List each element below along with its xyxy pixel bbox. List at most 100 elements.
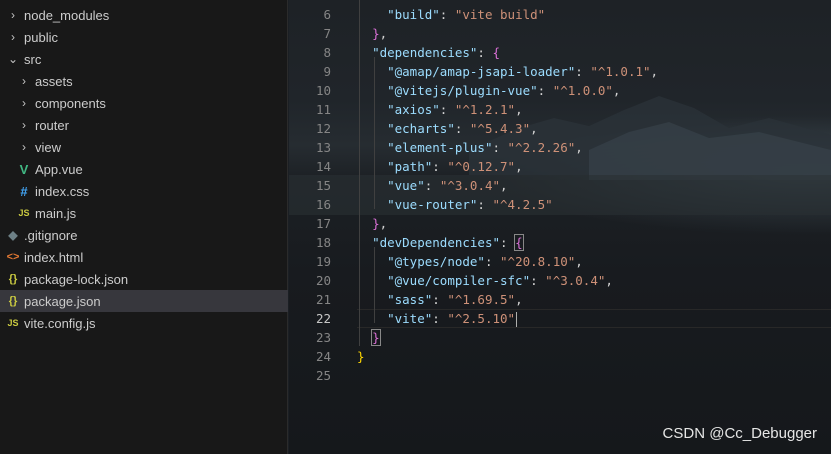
tree-item-label: .gitignore	[24, 227, 78, 243]
code-editor[interactable]: 6 7 8 9 10 11 12 13 14 15 16 17 18 19 20 21 22 23 24 25 "bu…	[289, 0, 831, 454]
tree-item-assets[interactable]: › assets	[0, 70, 288, 92]
tree-item-view[interactable]: › view	[0, 136, 288, 158]
tree-item-index-html[interactable]: <> index.html	[0, 246, 288, 268]
code-line[interactable]: "@vue/compiler-sfc": "^3.0.4",	[357, 271, 613, 290]
line-number: 10	[315, 83, 331, 98]
code-line[interactable]: "build": "vite build"	[357, 5, 545, 24]
code-token: ,	[605, 273, 613, 288]
code-line[interactable]: "path": "^0.12.7",	[357, 157, 523, 176]
code-line[interactable]: "axios": "^1.2.1",	[357, 100, 523, 119]
line-number: 17	[315, 216, 331, 231]
code-token: ,	[530, 121, 538, 136]
code-line[interactable]: "dependencies": {	[357, 43, 500, 62]
code-token: :	[500, 235, 516, 250]
tree-item-node-modules[interactable]: › node_modules	[0, 4, 288, 26]
js-file-icon: JS	[18, 208, 30, 218]
code-line[interactable]: }	[357, 347, 365, 366]
tree-item-router[interactable]: › router	[0, 114, 288, 136]
json-key: "vite"	[387, 311, 433, 326]
code-token: :	[439, 7, 455, 22]
json-string: "^5.4.3"	[469, 121, 531, 136]
tree-item-app-vue[interactable]: V App.vue	[0, 158, 288, 180]
tree-item-package-lock-json[interactable]: {} package-lock.json	[0, 268, 288, 290]
code-line[interactable]: "@amap/amap-jsapi-loader": "^1.0.1",	[357, 62, 658, 81]
matched-bracket: }	[371, 329, 381, 346]
code-token: :	[575, 64, 591, 79]
code-token: ,	[612, 83, 621, 98]
tree-item-label: public	[24, 29, 58, 45]
json-key: "path"	[387, 159, 433, 174]
json-string: "^20.8.10"	[500, 254, 576, 269]
code-token: }	[372, 26, 380, 41]
code-line[interactable]: "@types/node": "^20.8.10",	[357, 252, 583, 271]
code-token: }	[357, 349, 365, 364]
json-key: "build"	[387, 7, 440, 22]
json-key: "@types/node"	[387, 254, 485, 269]
code-line[interactable]: },	[357, 24, 387, 43]
tree-item-label: src	[24, 51, 42, 67]
tree-item--gitignore[interactable]: ◆ .gitignore	[0, 224, 288, 246]
line-number: 19	[315, 254, 331, 269]
code-line[interactable]: }	[357, 328, 381, 347]
json-string: "^2.2.26"	[507, 140, 576, 155]
chevron-right-icon: ›	[22, 74, 26, 88]
code-token: :	[424, 178, 440, 193]
code-token: ,	[515, 159, 523, 174]
line-number: 21	[315, 292, 331, 307]
tree-item-label: components	[35, 95, 106, 111]
code-token: :	[484, 254, 501, 269]
tree-item-label: node_modules	[24, 7, 110, 23]
watermark: CSDN @Cc_Debugger	[662, 425, 817, 442]
tree-item-components[interactable]: › components	[0, 92, 288, 114]
tree-item-public[interactable]: › public	[0, 26, 288, 48]
code-line[interactable]: "element-plus": "^2.2.26",	[357, 138, 583, 157]
js-file-icon: JS	[7, 318, 19, 328]
code-token: ,	[515, 102, 523, 117]
tree-item-index-css[interactable]: # index.css	[0, 180, 288, 202]
code-line[interactable]: "vite": "^2.5.10"	[357, 309, 518, 328]
code-token: ,	[650, 64, 659, 79]
code-line[interactable]: "vue": "^3.0.4",	[357, 176, 507, 195]
chevron-right-icon: ›	[11, 8, 15, 22]
code-line[interactable]: "@vitejs/plugin-vue": "^1.0.0",	[357, 81, 620, 100]
code-line[interactable]: },	[357, 214, 387, 233]
code-token: :	[432, 311, 448, 326]
json-key: "@vitejs/plugin-vue"	[387, 83, 538, 98]
tree-item-vite-config-js[interactable]: JS vite.config.js	[0, 312, 288, 334]
line-number: 8	[323, 45, 331, 60]
matched-bracket: {	[514, 234, 524, 251]
json-key: "sass"	[387, 292, 433, 307]
tree-item-src[interactable]: ⌄ src	[0, 48, 288, 70]
code-token: ,	[515, 292, 523, 307]
json-string: "^2.5.10"	[447, 311, 516, 326]
code-line[interactable]: "echarts": "^5.4.3",	[357, 119, 538, 138]
tree-item-main-js[interactable]: JS main.js	[0, 202, 288, 224]
json-string: "^1.2.1"	[454, 102, 516, 117]
tree-item-label: router	[35, 117, 69, 133]
json-string: "^1.69.5"	[447, 292, 516, 307]
code-line[interactable]: "devDependencies": {	[357, 233, 524, 252]
code-token: ,	[379, 216, 388, 231]
json-key: "vue-router"	[387, 197, 478, 212]
tree-item-package-json[interactable]: {} package.json	[0, 290, 288, 312]
code-token: ,	[379, 26, 388, 41]
code-line[interactable]: "vue-router": "^4.2.5"	[357, 195, 553, 214]
tree-item-label: App.vue	[35, 161, 83, 177]
line-number: 23	[315, 330, 331, 345]
code-token: }	[372, 216, 380, 231]
code-line[interactable]: "sass": "^1.69.5",	[357, 290, 523, 309]
chevron-right-icon: ›	[22, 140, 26, 154]
json-string: "^3.0.4"	[439, 178, 501, 193]
line-number: 11	[315, 102, 331, 117]
